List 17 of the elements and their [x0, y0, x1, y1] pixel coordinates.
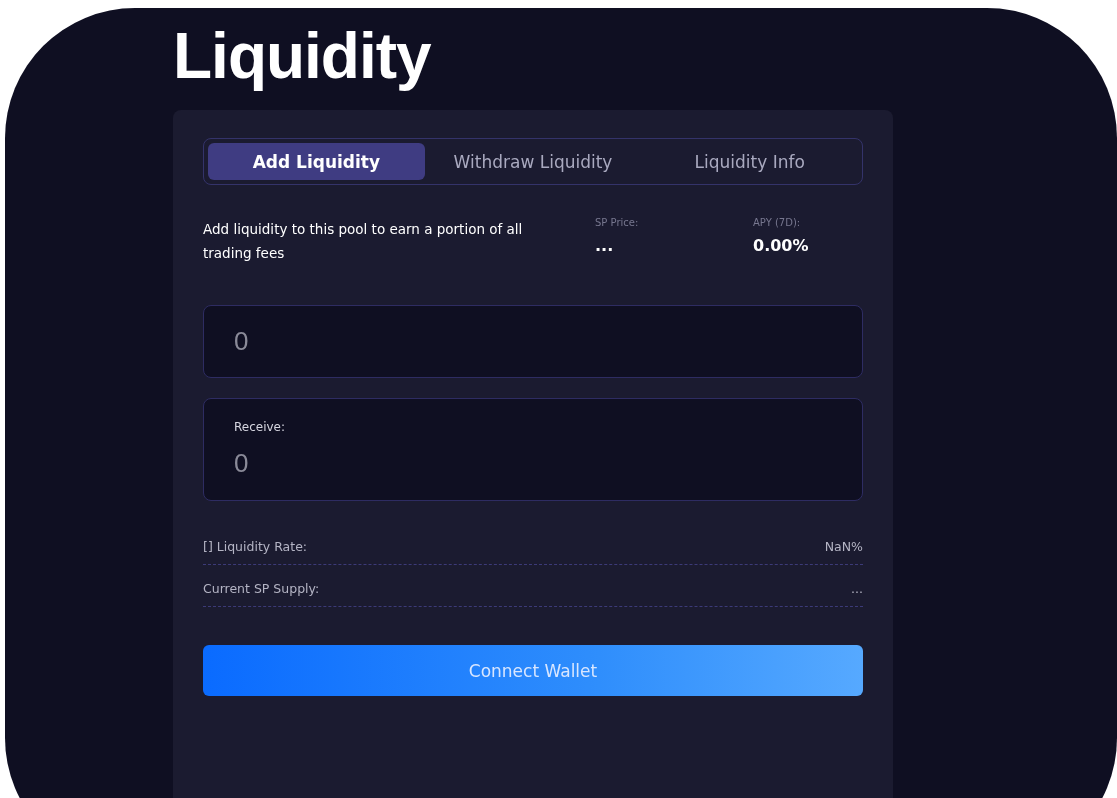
description-text: Add liquidity to this pool to earn a portion of all trading fees	[203, 220, 524, 263]
detail-label: [] Liquidity Rate:	[203, 539, 308, 554]
stat-label: SP Price:	[595, 217, 639, 228]
receive-field[interactable]: Receive: 0	[203, 398, 863, 501]
tab[interactable]: Add Liquidity	[208, 143, 425, 180]
amount-field[interactable]: 0	[203, 305, 863, 378]
stat-label: APY (7D):	[753, 217, 801, 228]
receive-input[interactable]: 0	[234, 448, 832, 479]
receive-label: Receive:	[234, 420, 286, 434]
tab[interactable]: Withdraw Liquidity	[424, 143, 642, 180]
stat-value: ...	[595, 236, 614, 255]
detail-value: NaN%	[824, 539, 863, 554]
page-title: Liquidity	[173, 20, 431, 92]
tab[interactable]: Liquidity Info	[641, 143, 858, 180]
stat-value: 0.00%	[753, 236, 809, 255]
detail-value: ...	[851, 581, 863, 596]
detail-label: Current SP Supply:	[203, 581, 320, 596]
